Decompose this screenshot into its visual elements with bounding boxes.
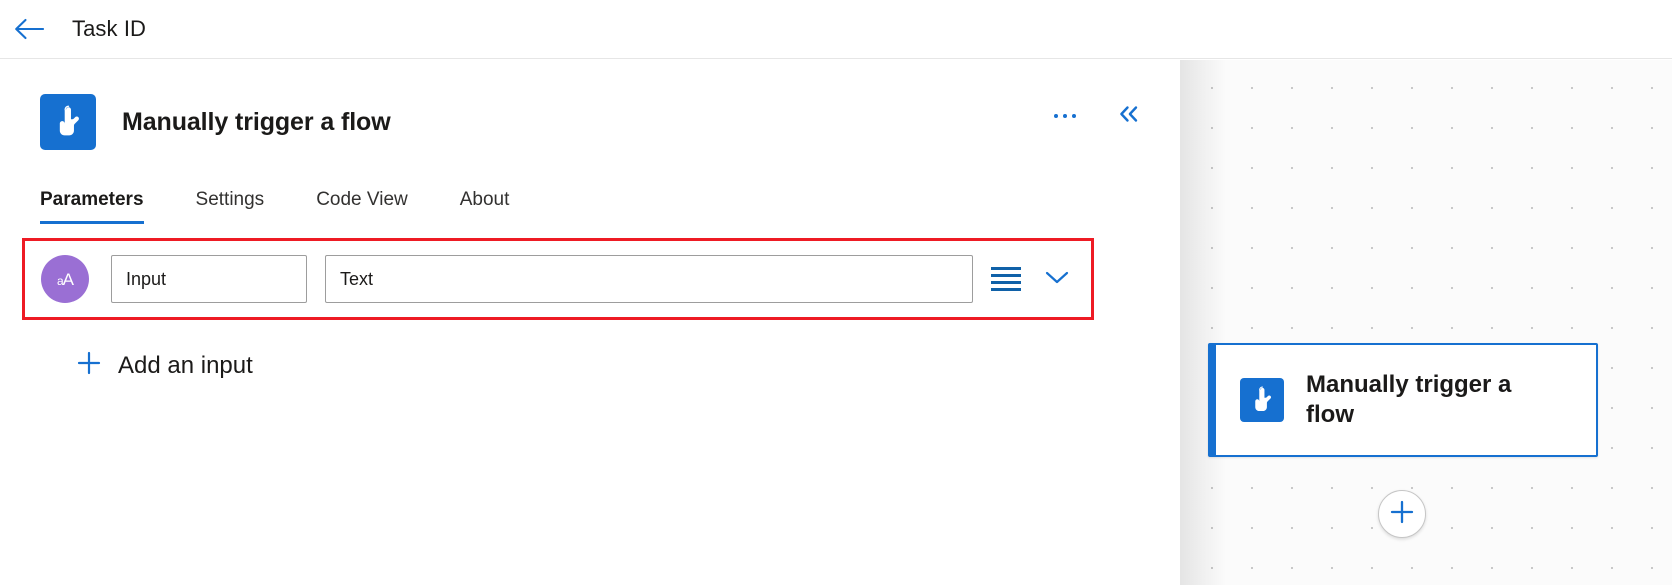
plus-icon — [76, 350, 102, 381]
action-details-panel: Manually trigger a flow Parameters Setti… — [0, 60, 1180, 585]
plus-icon — [1388, 498, 1416, 531]
parameter-value-input[interactable]: Text — [325, 255, 973, 303]
parameter-highlight-box: aA Input Text — [22, 238, 1094, 320]
panel-header-actions — [1052, 100, 1142, 132]
text-type-icon[interactable]: aA — [41, 255, 89, 303]
add-input-label: Add an input — [118, 351, 253, 379]
double-chevron-left-icon — [1116, 104, 1142, 129]
flow-designer-app: Task ID Manually trigger a flow Paramete… — [0, 0, 1672, 585]
parameter-row-actions — [991, 267, 1075, 292]
panel-header: Manually trigger a flow — [0, 60, 1180, 156]
more-options-button[interactable] — [1052, 100, 1078, 132]
flow-node-label: Manually trigger a flow — [1306, 371, 1512, 428]
panel-title: Manually trigger a flow — [122, 107, 391, 136]
parameter-row: aA Input Text — [25, 255, 1091, 303]
panel-tabs: Parameters Settings Code View About — [0, 178, 1180, 224]
page-title: Task ID — [72, 16, 147, 41]
ellipsis-icon — [1052, 110, 1078, 122]
chevron-down-icon[interactable] — [1043, 267, 1071, 292]
arrow-left-icon — [14, 18, 44, 40]
parameters-section: aA Input Text Add an input — [0, 238, 1180, 381]
back-button[interactable] — [0, 0, 58, 59]
manual-trigger-icon — [40, 94, 96, 150]
parameter-name-input[interactable]: Input — [111, 255, 307, 303]
parameter-name-value: Input — [126, 268, 167, 289]
tab-about[interactable]: About — [460, 189, 510, 224]
tab-code-view[interactable]: Code View — [316, 189, 408, 224]
top-bar: Task ID — [0, 0, 1672, 59]
parameter-value-text: Text — [340, 268, 374, 289]
add-step-button[interactable] — [1378, 490, 1426, 538]
collapse-panel-button[interactable] — [1116, 100, 1142, 132]
text-type-icon-label: aA — [56, 269, 74, 289]
flow-canvas[interactable]: Manually trigger a flow — [1180, 60, 1672, 585]
list-icon[interactable] — [991, 267, 1021, 291]
manual-trigger-icon — [1240, 378, 1284, 422]
tab-settings[interactable]: Settings — [196, 189, 265, 224]
flow-node-manual-trigger[interactable]: Manually trigger a flow — [1208, 343, 1598, 457]
add-input-button[interactable]: Add an input — [0, 350, 1180, 381]
tab-parameters[interactable]: Parameters — [40, 189, 144, 224]
